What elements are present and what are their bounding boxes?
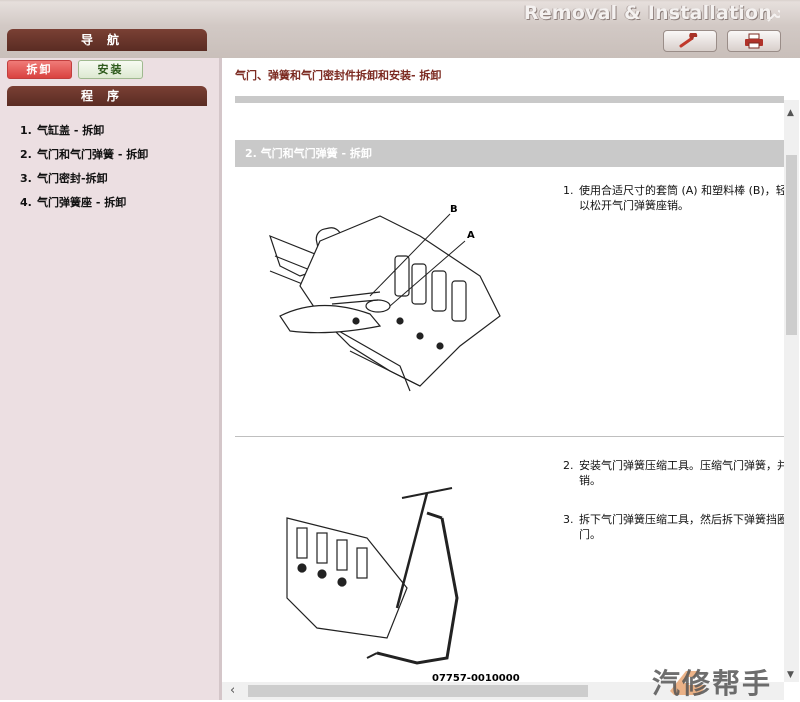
procedure-tab: 程序 (7, 86, 207, 106)
procedure-item-valves-springs[interactable]: 2. 气门和气门弹簧 - 拆卸 (20, 146, 148, 170)
remove-button[interactable]: 拆卸 (7, 60, 72, 79)
step-divider (235, 436, 784, 437)
item-number: 2. (20, 148, 32, 161)
nav-tab[interactable]: 导航 (7, 29, 207, 51)
sidebar: 拆卸 安装 程序 1. 气缸盖 - 拆卸 2. 气门和气门弹簧 - 拆卸 3. 气门密… (0, 58, 222, 700)
procedure-list: 1. 气缸盖 - 拆卸 2. 气门和气门弹簧 - 拆卸 3. 气门密封-拆卸 4. 气门… (20, 122, 148, 218)
page-title: Removal & Installation (523, 2, 772, 24)
print-button[interactable] (727, 30, 781, 52)
step-text: 以松开气门弹簧座销。 (579, 199, 689, 212)
step-2: 2. 安装气门弹簧压缩工具。压缩气门弹簧，并 销。 (563, 458, 784, 488)
wrench-icon (767, 10, 780, 22)
item-number: 3. (20, 172, 32, 185)
item-label: 气门密封-拆卸 (37, 172, 108, 185)
content-pane: 气门、弹簧和气门密封件拆卸和安装- 拆卸 2. 气门和气门弹簧 - 拆卸 B A (222, 58, 784, 682)
item-label: 气门弹簧座 - 拆卸 (37, 196, 127, 209)
install-button[interactable]: 安装 (78, 60, 143, 79)
wrench-button[interactable] (663, 30, 717, 52)
step-text: 销。 (579, 474, 601, 487)
vertical-scroll-thumb[interactable] (786, 155, 797, 335)
item-number: 1. (20, 124, 32, 137)
cylinder-head-illustration: B A (269, 204, 501, 392)
step-number: 2. (563, 459, 574, 472)
figure-label-b: B (450, 204, 458, 215)
step-text: 拆下气门弹簧压缩工具，然后拆下弹簧挡圈 (579, 513, 784, 526)
step-number: 3. (563, 513, 574, 526)
section-header: 2. 气门和气门弹簧 - 拆卸 (235, 140, 784, 167)
scroll-up-icon[interactable]: ▲ (787, 108, 794, 118)
step-number: 1. (563, 184, 574, 197)
printer-icon (745, 33, 763, 49)
step-text: 安装气门弹簧压缩工具。压缩气门弹簧，并 (579, 459, 784, 472)
figure-label-a: A (467, 230, 475, 241)
header-rule (235, 96, 784, 103)
item-label: 气门和气门弹簧 - 拆卸 (37, 148, 149, 161)
step-1: 1. 使用合适尺寸的套筒 (A) 和塑料棒 (B)，轻轻 以松开气门弹簧座销。 (563, 183, 784, 213)
header-bar: Removal & Installation 导航 (0, 0, 800, 58)
watermark-text: 汽修帮手 (652, 667, 773, 700)
item-number: 4. (20, 196, 32, 209)
procedure-item-cylinder-head[interactable]: 1. 气缸盖 - 拆卸 (20, 122, 148, 146)
tool-part-number: 07757-0010000 (432, 673, 520, 682)
spring-compressor-illustration (286, 487, 459, 665)
horizontal-scroll-thumb[interactable] (248, 685, 588, 697)
wrench-icon (679, 33, 698, 48)
item-label: 气缸盖 - 拆卸 (37, 124, 105, 137)
procedure-item-valve-seals[interactable]: 3. 气门密封-拆卸 (20, 170, 148, 194)
scroll-left-icon[interactable]: ‹ (230, 683, 235, 698)
procedure-item-spring-seats[interactable]: 4. 气门弹簧座 - 拆卸 (20, 194, 148, 218)
document-title: 气门、弹簧和气门密封件拆卸和安装- 拆卸 (235, 69, 442, 82)
step-3: 3. 拆下气门弹簧压缩工具，然后拆下弹簧挡圈 门。 (563, 512, 784, 542)
section-title: 2. 气门和气门弹簧 - 拆卸 (245, 147, 372, 160)
step-text: 使用合适尺寸的套筒 (A) 和塑料棒 (B)，轻轻 (579, 184, 784, 197)
step-text: 门。 (579, 528, 601, 541)
